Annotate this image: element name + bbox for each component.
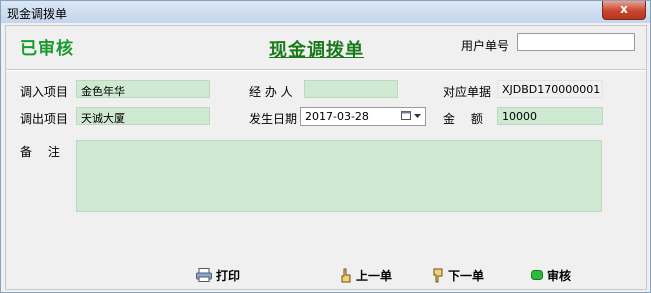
close-button[interactable]: x bbox=[602, 1, 646, 20]
print-button[interactable]: 打印 bbox=[196, 266, 240, 284]
previous-button[interactable]: 上一单 bbox=[340, 266, 392, 284]
next-label: 下一单 bbox=[448, 268, 485, 283]
chevron-down-icon bbox=[414, 114, 422, 118]
date-label: 发生日期 bbox=[249, 112, 298, 126]
remarks-field[interactable] bbox=[76, 140, 602, 212]
form-panel: 已审核 现金调拨单 用户单号 调入项目 金色年华 经 办 人 对应单据 XJDB… bbox=[5, 25, 647, 290]
previous-label: 上一单 bbox=[356, 268, 393, 283]
form-header: 已审核 现金调拨单 用户单号 bbox=[6, 26, 646, 66]
printer-icon bbox=[196, 268, 212, 282]
remarks-label: 备 注 bbox=[20, 145, 60, 159]
window-title: 现金调拨单 bbox=[7, 7, 68, 21]
next-button[interactable]: 下一单 bbox=[432, 266, 484, 284]
calendar-icon bbox=[400, 111, 411, 120]
handler-field[interactable] bbox=[304, 80, 398, 98]
green-indicator-icon bbox=[531, 270, 543, 280]
print-label: 打印 bbox=[216, 268, 241, 283]
form-title: 现金调拨单 bbox=[269, 40, 364, 61]
user-no-label: 用户单号 bbox=[461, 39, 510, 53]
in-project-field[interactable]: 金色年华 bbox=[76, 80, 210, 98]
hand-up-icon bbox=[341, 268, 351, 282]
hand-down-icon bbox=[433, 268, 443, 282]
amount-field[interactable]: 10000 bbox=[497, 107, 603, 125]
date-value: 2017-03-28 bbox=[305, 110, 369, 123]
calendar-dropdown-button[interactable] bbox=[399, 109, 423, 124]
header-divider bbox=[6, 69, 646, 71]
user-no-input[interactable] bbox=[517, 33, 635, 51]
audit-label: 审核 bbox=[547, 268, 572, 283]
title-bar: 现金调拨单 x bbox=[1, 1, 650, 23]
ref-no-field: XJDBD170000001 bbox=[497, 80, 603, 98]
app-window: 现金调拨单 x 已审核 现金调拨单 用户单号 调入项目 金色年华 经 办 人 对… bbox=[0, 0, 651, 293]
date-picker[interactable]: 2017-03-28 bbox=[300, 107, 426, 126]
handler-label: 经 办 人 bbox=[249, 85, 293, 99]
audit-button[interactable]: 审核 bbox=[531, 266, 571, 284]
status-stamp: 已审核 bbox=[20, 39, 74, 59]
out-project-label: 调出项目 bbox=[20, 112, 69, 126]
amount-label: 金 额 bbox=[443, 112, 483, 126]
in-project-label: 调入项目 bbox=[20, 85, 69, 99]
ref-no-label: 对应单据 bbox=[443, 85, 492, 99]
close-icon: x bbox=[620, 2, 628, 16]
out-project-field[interactable]: 天诚大厦 bbox=[76, 107, 210, 125]
